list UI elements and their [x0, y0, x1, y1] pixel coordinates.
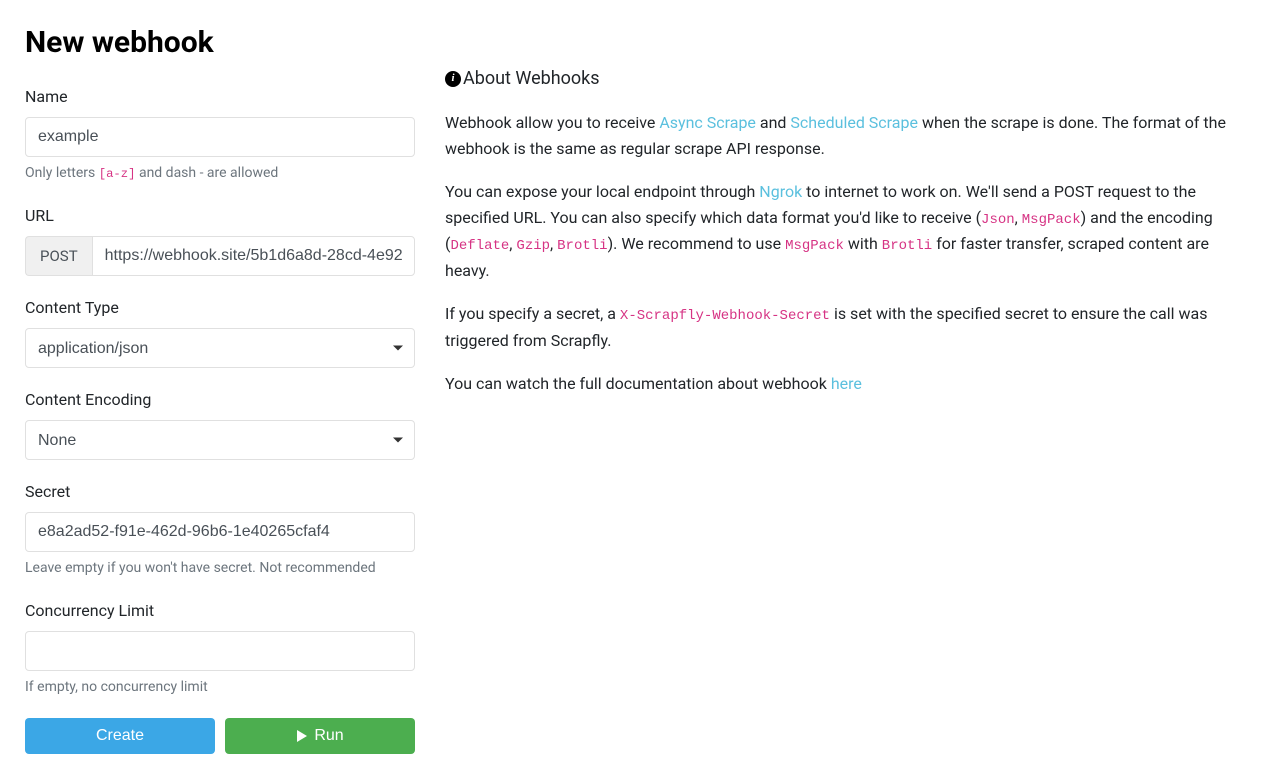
- url-group: URL POST: [25, 204, 415, 276]
- secret-hint: Leave empty if you won't have secret. No…: [25, 558, 415, 579]
- url-method-badge: POST: [25, 236, 92, 276]
- docs-here-link[interactable]: here: [831, 374, 862, 393]
- info-icon: i: [445, 71, 461, 87]
- page-title: New webhook: [25, 20, 415, 65]
- create-button[interactable]: Create: [25, 718, 215, 754]
- url-input-group: POST: [25, 236, 415, 276]
- secret-group: Secret Leave empty if you won't have sec…: [25, 480, 415, 579]
- name-group: Name Only letters [a-z] and dash - are a…: [25, 85, 415, 184]
- url-input[interactable]: [92, 236, 415, 276]
- ngrok-link[interactable]: Ngrok: [759, 182, 802, 201]
- content-type-group: Content Type application/json: [25, 296, 415, 368]
- about-p1: Webhook allow you to receive Async Scrap…: [445, 110, 1249, 161]
- button-row: Create Run: [25, 718, 415, 754]
- form-column: New webhook Name Only letters [a-z] and …: [25, 20, 415, 754]
- concurrency-hint: If empty, no concurrency limit: [25, 677, 415, 698]
- about-p3: If you specify a secret, a X-Scrapfly-We…: [445, 301, 1249, 353]
- main-container: New webhook Name Only letters [a-z] and …: [0, 0, 1274, 774]
- concurrency-input[interactable]: [25, 631, 415, 671]
- secret-label: Secret: [25, 480, 415, 504]
- about-p4: You can watch the full documentation abo…: [445, 371, 1249, 397]
- about-heading: iAbout Webhooks: [445, 65, 1249, 92]
- content-encoding-select[interactable]: None: [25, 420, 415, 460]
- async-scrape-link[interactable]: Async Scrape: [659, 113, 756, 132]
- scheduled-scrape-link[interactable]: Scheduled Scrape: [790, 113, 918, 132]
- content-encoding-label: Content Encoding: [25, 388, 415, 412]
- content-type-label: Content Type: [25, 296, 415, 320]
- name-hint: Only letters [a-z] and dash - are allowe…: [25, 163, 415, 184]
- content-type-select[interactable]: application/json: [25, 328, 415, 368]
- content-encoding-group: Content Encoding None: [25, 388, 415, 460]
- about-column: iAbout Webhooks Webhook allow you to rec…: [445, 20, 1249, 754]
- secret-input[interactable]: [25, 512, 415, 552]
- name-label: Name: [25, 85, 415, 109]
- url-label: URL: [25, 204, 415, 228]
- run-button[interactable]: Run: [225, 718, 415, 754]
- about-p2: You can expose your local endpoint throu…: [445, 179, 1249, 283]
- concurrency-label: Concurrency Limit: [25, 599, 415, 623]
- concurrency-group: Concurrency Limit If empty, no concurren…: [25, 599, 415, 698]
- play-icon: [296, 729, 308, 743]
- name-input[interactable]: [25, 117, 415, 157]
